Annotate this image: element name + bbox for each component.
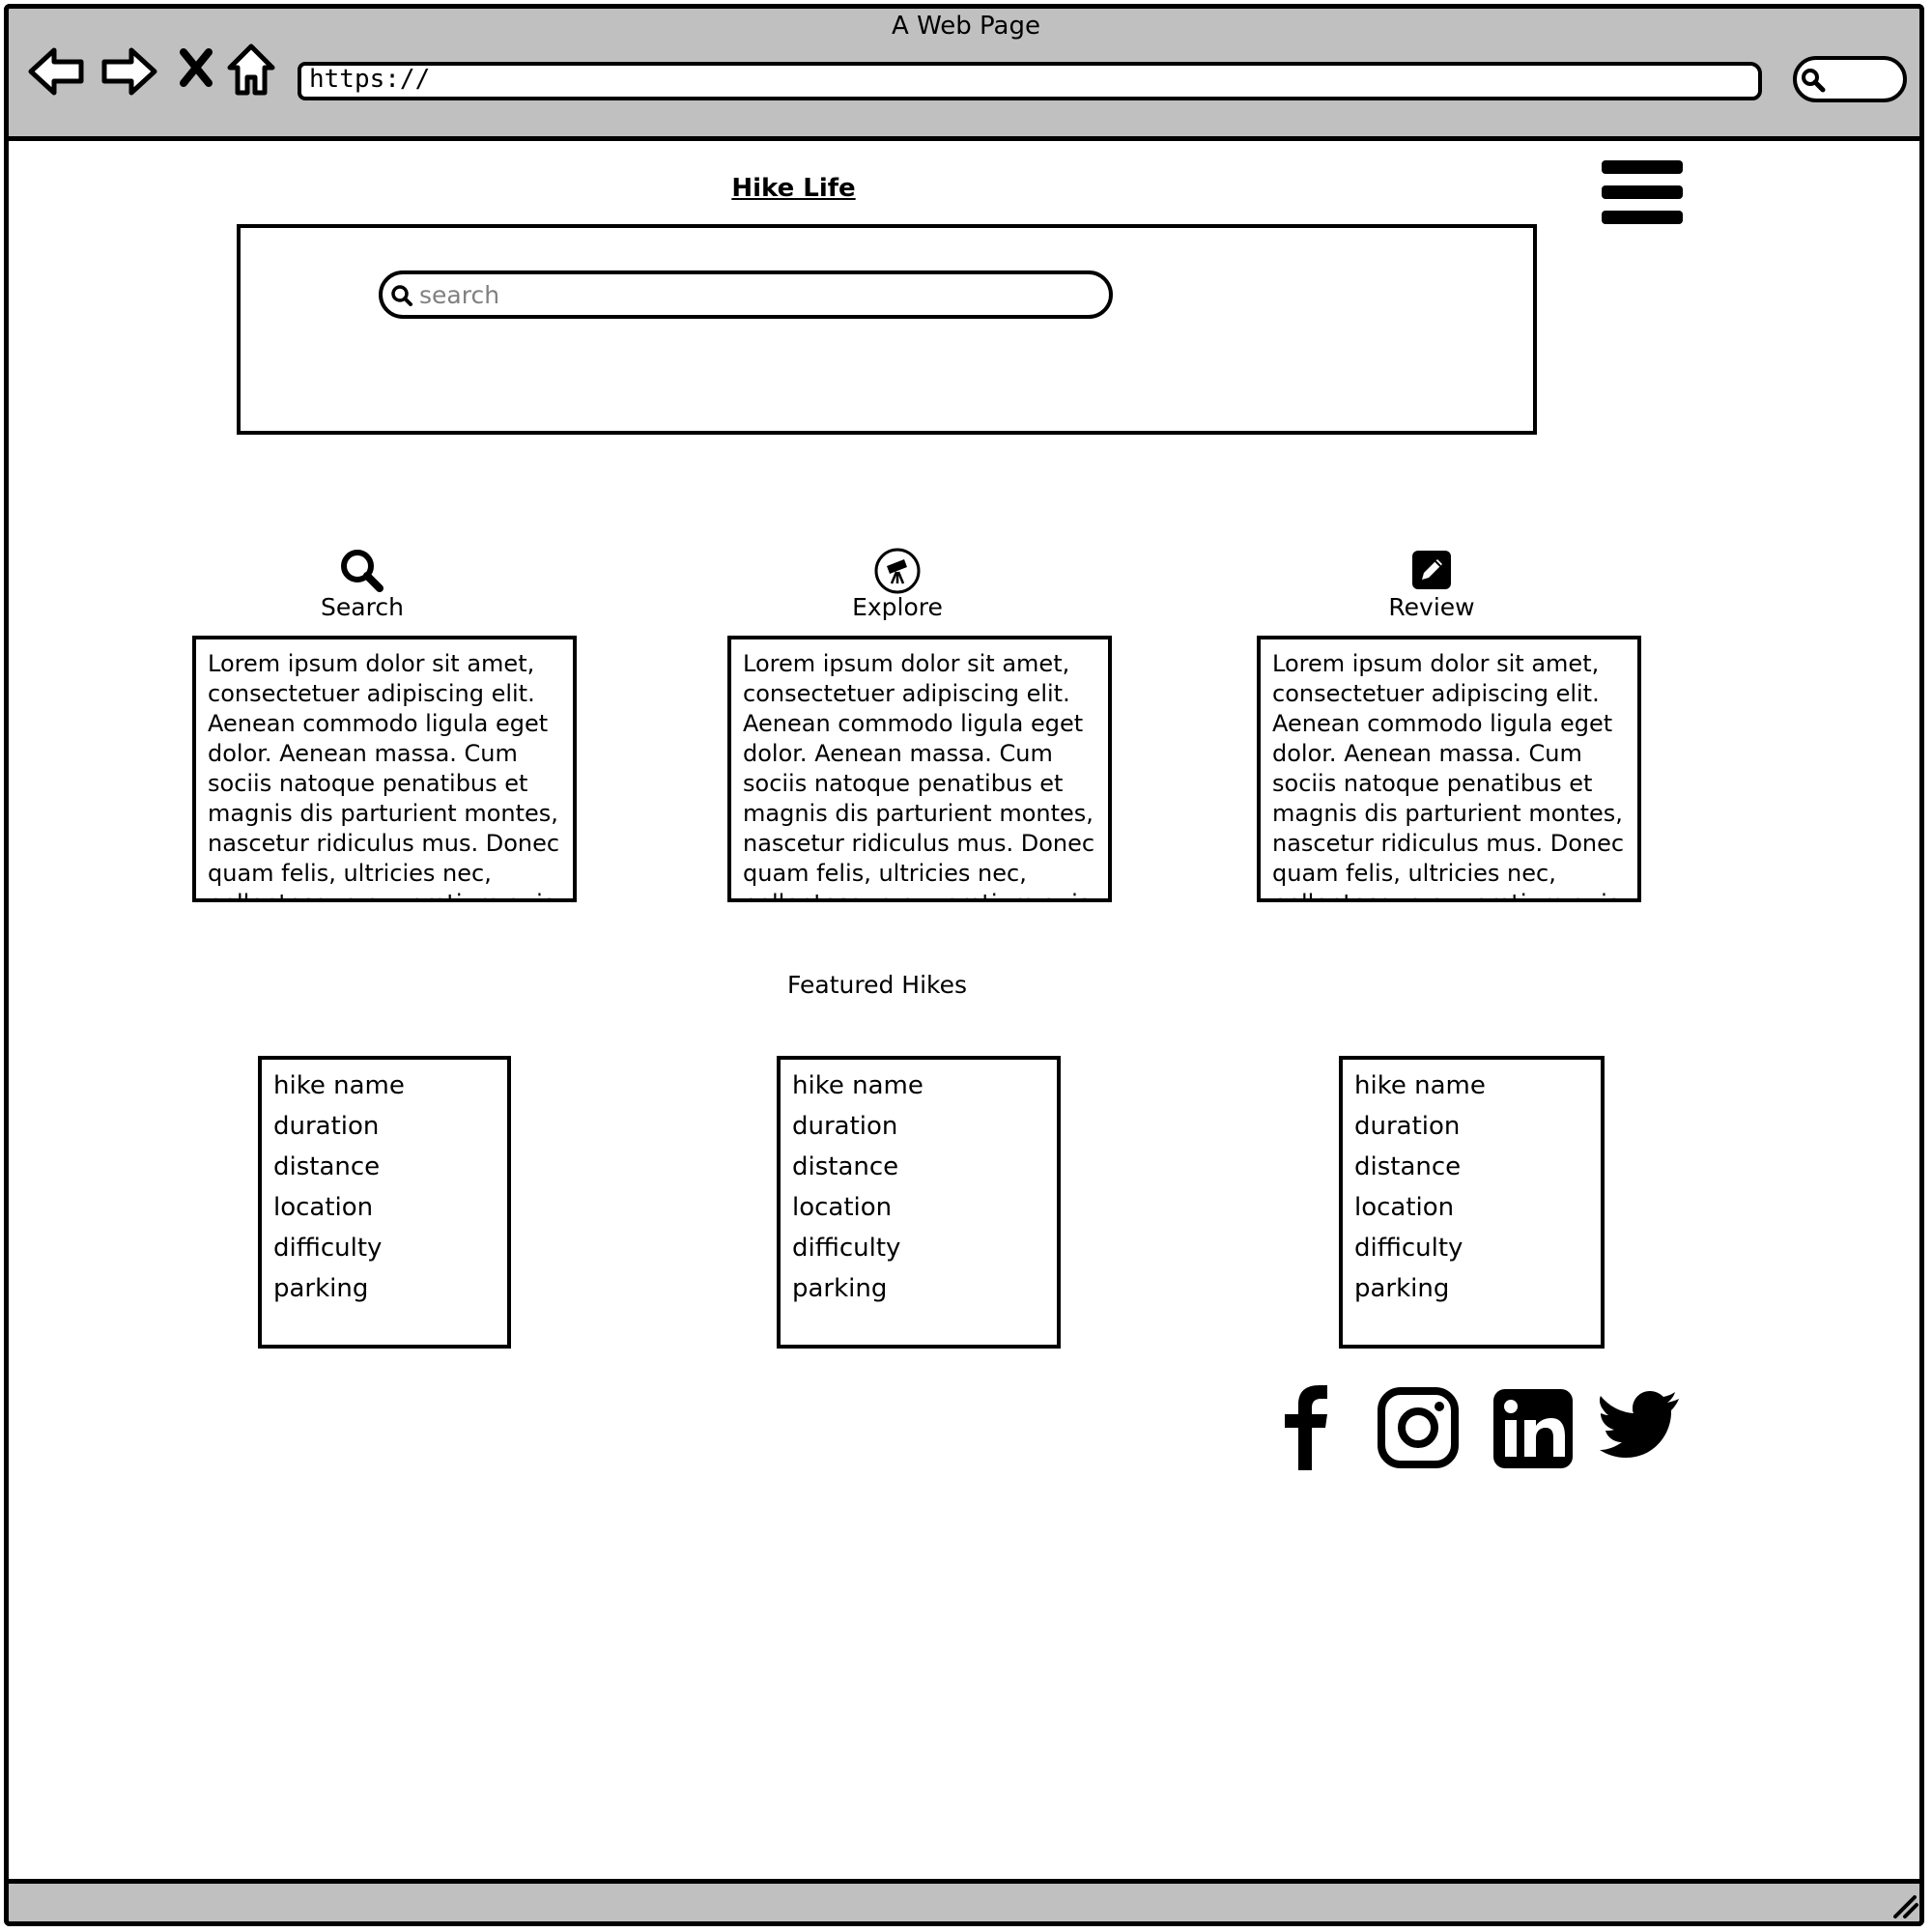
menu-bar-middle [1602, 185, 1683, 199]
hike-location: location [273, 1193, 374, 1222]
hike-parking: parking [1354, 1274, 1450, 1303]
hike-difficulty: difficulty [273, 1234, 383, 1263]
hike-difficulty: difficulty [1354, 1234, 1463, 1263]
feature-text-explore: Lorem ipsum dolor sit amet, consectetuer… [727, 636, 1112, 902]
instagram-icon[interactable] [1376, 1381, 1459, 1474]
hike-location: location [792, 1193, 893, 1222]
hike-duration: duration [792, 1112, 898, 1141]
menu-bar-top [1602, 160, 1683, 174]
telescope-icon [874, 548, 921, 594]
feature-text-search: Lorem ipsum dolor sit amet, consectetuer… [192, 636, 577, 902]
search-input[interactable] [417, 276, 1084, 313]
site-title[interactable]: Hike Life [0, 174, 1587, 203]
feature-label-explore: Explore [852, 593, 943, 621]
linkedin-icon[interactable] [1490, 1381, 1573, 1474]
search-icon [391, 285, 412, 306]
pencil-square-icon [1412, 551, 1451, 589]
hike-name: hike name [1354, 1071, 1486, 1100]
hike-parking: parking [273, 1274, 369, 1303]
hike-card[interactable]: hike name duration distance location dif… [258, 1056, 511, 1349]
twitter-icon[interactable] [1600, 1381, 1683, 1474]
hamburger-menu-icon[interactable] [1596, 156, 1689, 228]
hike-name: hike name [273, 1071, 405, 1100]
menu-bar-bottom [1602, 211, 1683, 224]
hike-name: hike name [792, 1071, 923, 1100]
hike-distance: distance [792, 1152, 899, 1181]
featured-hikes-heading: Featured Hikes [786, 971, 968, 999]
hike-card[interactable]: hike name duration distance location dif… [1339, 1056, 1605, 1349]
back-arrow-icon[interactable] [27, 43, 85, 100]
hike-location: location [1354, 1193, 1455, 1222]
hike-duration: duration [1354, 1112, 1461, 1141]
stop-icon[interactable] [178, 48, 214, 87]
hike-difficulty: difficulty [792, 1234, 901, 1263]
url-text: https:// [309, 65, 431, 94]
browser-status-bar [4, 1879, 1924, 1926]
facebook-icon[interactable] [1265, 1381, 1349, 1474]
forward-arrow-icon[interactable] [100, 43, 158, 100]
hike-distance: distance [273, 1152, 381, 1181]
search-icon [1802, 69, 1826, 93]
hike-card[interactable]: hike name duration distance location dif… [777, 1056, 1061, 1349]
address-bar[interactable] [298, 62, 1762, 100]
feature-text-review: Lorem ipsum dolor sit amet, consectetuer… [1257, 636, 1641, 902]
feature-label-search: Search [321, 593, 404, 621]
magnifier-icon [341, 550, 384, 592]
hike-distance: distance [1354, 1152, 1462, 1181]
hike-parking: parking [792, 1274, 888, 1303]
window-title: A Web Page [892, 12, 1040, 41]
resize-grip-icon[interactable] [1889, 1889, 1920, 1920]
home-icon[interactable] [226, 43, 276, 97]
feature-label-review: Review [1388, 593, 1475, 621]
hero-banner [237, 224, 1537, 435]
hike-duration: duration [273, 1112, 380, 1141]
